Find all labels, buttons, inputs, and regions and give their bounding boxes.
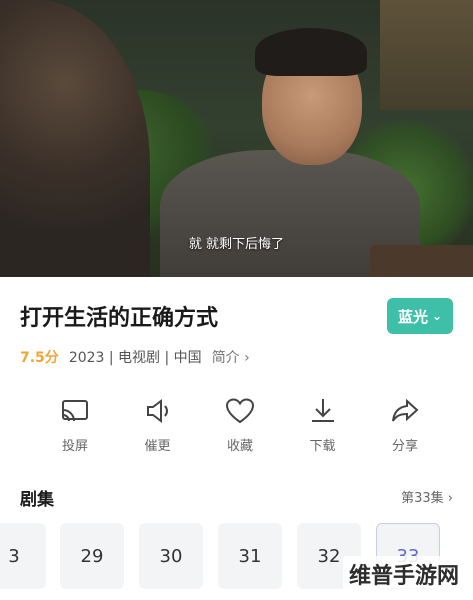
- show-title: 打开生活的正确方式: [20, 306, 219, 331]
- favorite-button[interactable]: 收藏: [205, 395, 275, 454]
- video-player[interactable]: 就 就剩下后悔了: [0, 0, 473, 277]
- title-row: 打开生活的正确方式 蓝光 ⌄: [20, 298, 453, 338]
- background-shelf: [380, 0, 473, 110]
- episodes-more-link[interactable]: 第33集 ›: [401, 487, 453, 506]
- episode-item[interactable]: 3: [0, 523, 46, 589]
- main-person-hair: [255, 28, 367, 76]
- share-label: 分享: [391, 439, 418, 454]
- score: 7.5分: [20, 350, 59, 366]
- favorite-label: 收藏: [226, 439, 253, 454]
- episode-item[interactable]: 31: [218, 523, 282, 589]
- urge-update-label: 催更: [144, 439, 171, 454]
- intro-link[interactable]: 简介 ›: [212, 347, 250, 367]
- quality-button[interactable]: 蓝光 ⌄: [387, 298, 453, 334]
- watermark: 维普手游网: [342, 556, 465, 592]
- download-label: 下载: [309, 439, 336, 454]
- download-button[interactable]: 下载: [288, 395, 358, 454]
- meta-info: 2023 | 电视剧 | 中国: [68, 350, 202, 366]
- download-icon: [311, 399, 334, 422]
- cast-icon: [62, 400, 88, 422]
- chevron-down-icon: ⌄: [431, 309, 443, 323]
- meta-row: 7.5分 2023 | 电视剧 | 中国 简介 ›: [20, 347, 250, 367]
- share-button[interactable]: 分享: [370, 395, 440, 454]
- episodes-title: 剧集: [20, 490, 54, 510]
- quality-label: 蓝光: [397, 307, 428, 326]
- video-subtitle: 就 就剩下后悔了: [188, 237, 285, 252]
- episode-item[interactable]: 29: [60, 523, 124, 589]
- cast-button[interactable]: 投屏: [40, 395, 110, 454]
- episodes-header: 剧集 第33集 ›: [20, 485, 453, 510]
- urge-update-button[interactable]: 催更: [123, 395, 193, 454]
- episode-item[interactable]: 30: [139, 523, 203, 589]
- cast-label: 投屏: [61, 439, 88, 454]
- speaker-icon: [146, 399, 168, 423]
- heart-icon: [225, 398, 255, 424]
- share-icon: [392, 398, 419, 422]
- action-bar: 投屏 催更 收藏 下载 分享: [40, 395, 440, 454]
